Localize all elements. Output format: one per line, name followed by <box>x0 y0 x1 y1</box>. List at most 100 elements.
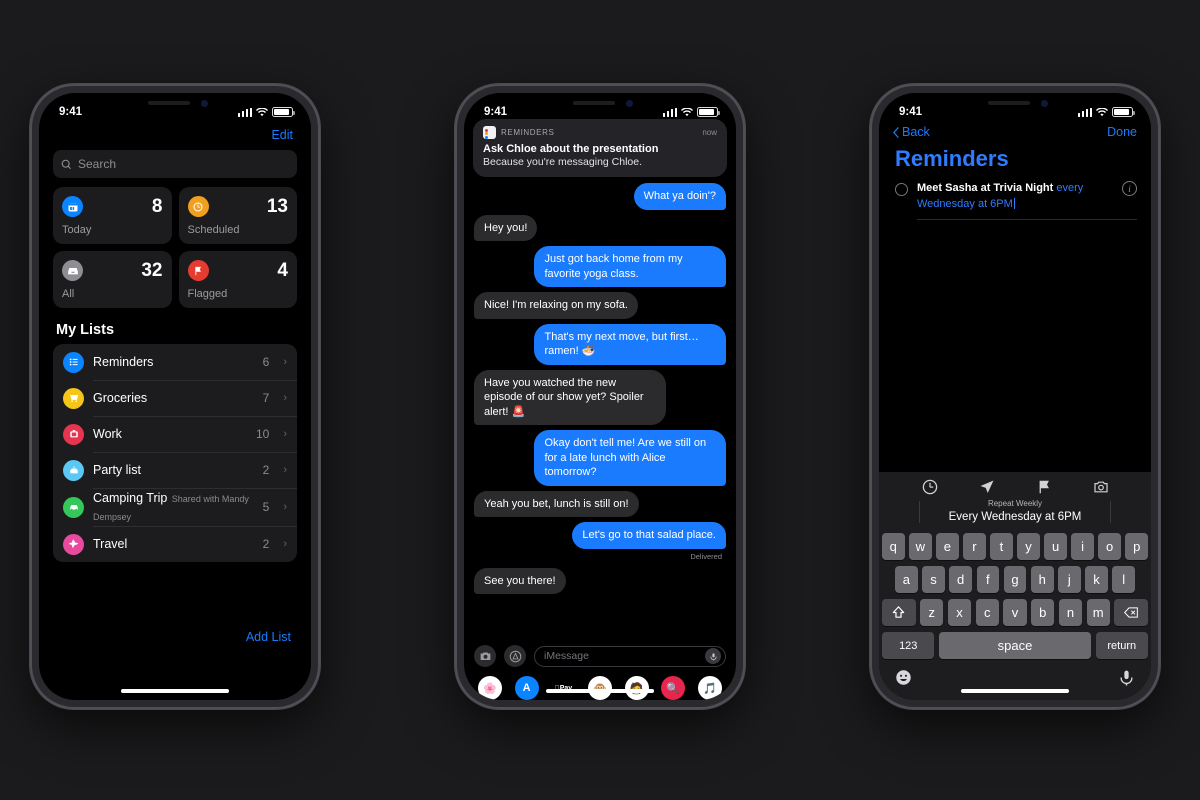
key-a[interactable]: a <box>894 566 918 593</box>
speaker-grille <box>988 101 1030 105</box>
smart-list-all[interactable]: 32 All <box>53 251 172 308</box>
home-indicator[interactable] <box>546 689 654 693</box>
clock-icon[interactable] <box>922 479 938 495</box>
list-name: Party list <box>93 463 141 477</box>
reminders-home: Edit Search 8 Today 13 Scheduled 32 All … <box>39 93 311 700</box>
audio-record-button[interactable] <box>705 648 721 664</box>
message-bubble[interactable]: Let's go to that salad place. <box>572 522 726 549</box>
flag-icon[interactable] <box>1036 479 1052 495</box>
list-item-reminders[interactable]: Reminders 6 › <box>53 344 297 380</box>
message-bubble[interactable]: Hey you! <box>474 214 538 242</box>
screen-3: 9:41 Back Done Reminders Meet Sasha at T… <box>879 93 1151 700</box>
chevron-left-icon <box>893 126 899 138</box>
smart-list-today[interactable]: 8 Today <box>53 187 172 244</box>
key-j[interactable]: j <box>1058 566 1081 593</box>
app-store-app-icon[interactable]: A <box>514 676 539 700</box>
edit-row: Edit <box>53 123 297 150</box>
key-t[interactable]: t <box>990 533 1013 560</box>
key-k[interactable]: k <box>1085 566 1108 593</box>
key-z[interactable]: z <box>920 599 944 626</box>
memoji-app-icon[interactable]: 🧑 <box>624 676 649 700</box>
message-bubble[interactable]: Have you watched the new episode of our … <box>474 369 666 426</box>
key-n[interactable]: n <box>1058 599 1083 626</box>
camera-icon[interactable] <box>474 645 496 667</box>
key-b[interactable]: b <box>1031 599 1055 626</box>
list-item-travel[interactable]: Travel 2 › <box>53 526 297 562</box>
search-input[interactable]: Search <box>53 150 297 178</box>
list-item-work[interactable]: Work 10 › <box>53 416 297 452</box>
emoji-icon[interactable] <box>895 669 912 686</box>
key-g[interactable]: g <box>1003 566 1027 593</box>
phone-reminder-detail: 9:41 Back Done Reminders Meet Sasha at T… <box>870 84 1160 709</box>
status-indicators <box>237 107 295 117</box>
list-count: 10 <box>255 427 270 441</box>
key-i[interactable]: i <box>1071 533 1094 560</box>
space-key[interactable]: space <box>938 632 1092 659</box>
key-w[interactable]: w <box>909 533 932 560</box>
key-u[interactable]: u <box>1044 533 1067 560</box>
message-bubble[interactable]: Yeah you bet, lunch is still on! <box>474 490 639 518</box>
reminder-item[interactable]: Meet Sasha at Trivia Night every Wednesd… <box>879 178 1151 220</box>
message-bubble[interactable]: Okay don't tell me! Are we still on for … <box>534 430 726 486</box>
back-button[interactable]: Back <box>893 125 930 139</box>
list-item-groceries[interactable]: Groceries 7 › <box>53 380 297 416</box>
backspace-icon[interactable] <box>1114 599 1149 626</box>
app-store-icon[interactable] <box>504 645 526 667</box>
message-input-bar: iMessage <box>464 639 736 672</box>
imessage-app-drawer: 🌸 A Pay 🐵 🧑 🔍 🎵 <box>464 672 736 700</box>
message-bubble[interactable]: That's my next move, but first…ramen! 🍜 <box>534 323 726 365</box>
key-p[interactable]: p <box>1125 533 1148 560</box>
key-o[interactable]: o <box>1098 533 1121 560</box>
apple-pay-app-icon[interactable]: Pay <box>551 676 576 700</box>
edit-button[interactable]: Edit <box>271 128 293 142</box>
keyboard-row-1: q w e r t y u i o p <box>882 533 1148 560</box>
photos-app-icon[interactable]: 🌸 <box>478 676 502 700</box>
list-texts: Camping Trip Shared with Mandy Dempsey <box>93 489 254 525</box>
smart-list-flagged[interactable]: 4 Flagged <box>178 251 297 308</box>
key-m[interactable]: m <box>1086 599 1110 626</box>
key-y[interactable]: y <box>1017 533 1040 560</box>
home-indicator[interactable] <box>121 689 229 693</box>
shift-icon[interactable] <box>882 599 916 626</box>
microphone-icon[interactable] <box>1118 669 1135 686</box>
reminder-text[interactable]: Meet Sasha at Trivia Night every Wednesd… <box>917 181 1113 213</box>
smart-list-scheduled[interactable]: 13 Scheduled <box>178 187 297 244</box>
add-list-button[interactable]: Add List <box>246 630 291 644</box>
screenshot-stage: 9:41 Edit Search 8 Today 13 Scheduled 32… <box>0 0 1200 800</box>
today-label: Today <box>62 224 92 236</box>
key-v[interactable]: v <box>1003 599 1027 626</box>
imessage-input[interactable]: iMessage <box>534 645 726 667</box>
banner-subtitle: Because you're messaging Chloe. <box>483 156 643 168</box>
key-c[interactable]: c <box>975 599 999 626</box>
info-icon[interactable]: i <box>1122 181 1137 196</box>
list-item-party[interactable]: Party list 2 › <box>53 452 297 488</box>
camera-icon[interactable] <box>1093 479 1109 495</box>
message-bubble[interactable]: See you there! <box>474 567 566 595</box>
key-r[interactable]: r <box>963 533 986 560</box>
inbox-icon <box>62 260 83 281</box>
done-button[interactable]: Done <box>1107 125 1137 139</box>
home-indicator[interactable] <box>961 689 1069 693</box>
numbers-key[interactable]: 123 <box>882 632 935 659</box>
message-bubble[interactable]: What ya doin'? <box>633 183 726 210</box>
return-key[interactable]: return <box>1095 632 1148 659</box>
animoji-app-icon[interactable]: 🐵 <box>587 676 612 700</box>
key-l[interactable]: l <box>1112 566 1136 593</box>
key-f[interactable]: f <box>976 566 1000 593</box>
complete-circle-icon[interactable] <box>895 183 908 196</box>
notification-banner[interactable]: REMINDERS now Ask Chloe about the presen… <box>473 119 727 177</box>
key-x[interactable]: x <box>947 599 972 626</box>
images-app-icon[interactable]: 🔍 <box>661 676 686 700</box>
key-h[interactable]: h <box>1030 566 1054 593</box>
key-e[interactable]: e <box>936 533 959 560</box>
key-s[interactable]: s <box>922 566 945 593</box>
clock-icon <box>187 196 209 217</box>
key-d[interactable]: d <box>949 566 972 593</box>
list-item-camping-trip[interactable]: Camping Trip Shared with Mandy Dempsey 5… <box>53 488 297 526</box>
music-app-icon[interactable]: 🎵 <box>697 676 722 700</box>
flagged-count: 4 <box>277 260 288 281</box>
location-icon[interactable] <box>979 479 995 495</box>
message-bubble[interactable]: Just got back home from my favorite yoga… <box>534 246 726 288</box>
key-q[interactable]: q <box>882 533 905 560</box>
message-bubble[interactable]: Nice! I'm relaxing on my sofa. <box>474 292 638 319</box>
